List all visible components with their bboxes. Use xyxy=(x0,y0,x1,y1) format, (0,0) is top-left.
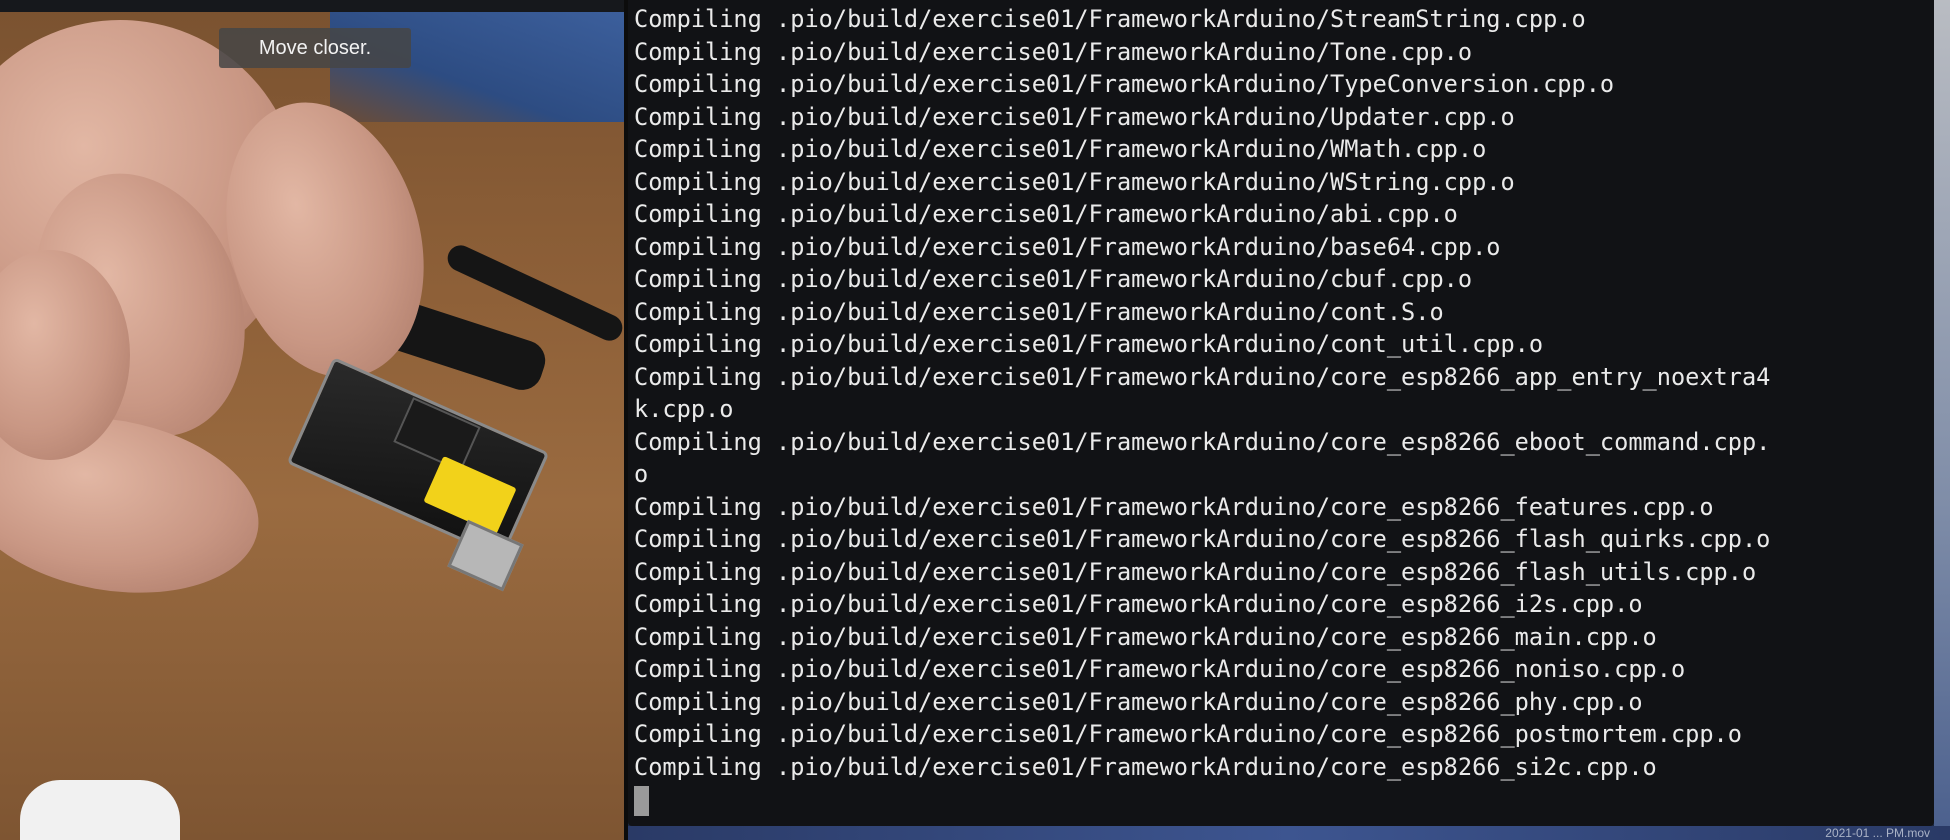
desktop-bottom-edge xyxy=(628,826,1950,840)
terminal-line: Compiling .pio/build/exercise01/Framewor… xyxy=(634,330,1544,358)
screen: Move closer. Compiling .pio/build/exerci… xyxy=(0,0,1950,840)
terminal-line: Compiling .pio/build/exercise01/Framewor… xyxy=(634,525,1771,553)
terminal-output: Compiling .pio/build/exercise01/Framewor… xyxy=(634,3,1934,783)
terminal-line: Compiling .pio/build/exercise01/Framewor… xyxy=(634,102,1515,131)
terminal-line: Compiling .pio/build/exercise01/Framewor… xyxy=(634,265,1473,293)
terminal-line: Compiling .pio/build/exercise01/Framewor… xyxy=(634,655,1686,683)
terminal-line: Compiling .pio/build/exercise01/Framewor… xyxy=(634,622,1657,651)
camera-top-bar xyxy=(0,0,624,12)
terminal-line: Compiling .pio/build/exercise01/Framewor… xyxy=(634,167,1515,196)
white-object xyxy=(20,780,180,840)
desktop-right-edge xyxy=(1934,0,1950,840)
terminal-line: Compiling .pio/build/exercise01/Framewor… xyxy=(634,752,1657,781)
terminal-line: k.cpp.o xyxy=(634,395,734,423)
terminal-line: Compiling .pio/build/exercise01/Framewor… xyxy=(634,557,1757,586)
terminal-line: Compiling .pio/build/exercise01/Framewor… xyxy=(634,687,1643,716)
terminal-line: Compiling .pio/build/exercise01/Framewor… xyxy=(634,5,1586,33)
terminal-line: Compiling .pio/build/exercise01/Framewor… xyxy=(634,492,1714,521)
terminal-line: Compiling .pio/build/exercise01/Framewor… xyxy=(634,200,1458,228)
terminal-line: Compiling .pio/build/exercise01/Framewor… xyxy=(634,427,1771,456)
terminal-window[interactable]: Compiling .pio/build/exercise01/Framewor… xyxy=(628,0,1934,826)
terminal-line: Compiling .pio/build/exercise01/Framewor… xyxy=(634,37,1473,66)
terminal-line: Compiling .pio/build/exercise01/Framewor… xyxy=(634,362,1771,391)
terminal-line: Compiling .pio/build/exercise01/Framewor… xyxy=(634,297,1444,326)
camera-feed: Move closer. xyxy=(0,0,624,840)
terminal-line: Compiling .pio/build/exercise01/Framewor… xyxy=(634,590,1643,618)
terminal-line: o xyxy=(634,460,649,488)
terminal-cursor xyxy=(634,786,649,816)
terminal-line: Compiling .pio/build/exercise01/Framewor… xyxy=(634,720,1742,748)
desktop-file-caption: 2021-01 ... PM.mov xyxy=(1825,826,1930,840)
terminal-line: Compiling .pio/build/exercise01/Framewor… xyxy=(634,135,1487,163)
terminal-line: Compiling .pio/build/exercise01/Framewor… xyxy=(634,70,1615,98)
terminal-line: Compiling .pio/build/exercise01/Framewor… xyxy=(634,232,1501,261)
move-closer-hint: Move closer. xyxy=(219,28,411,68)
